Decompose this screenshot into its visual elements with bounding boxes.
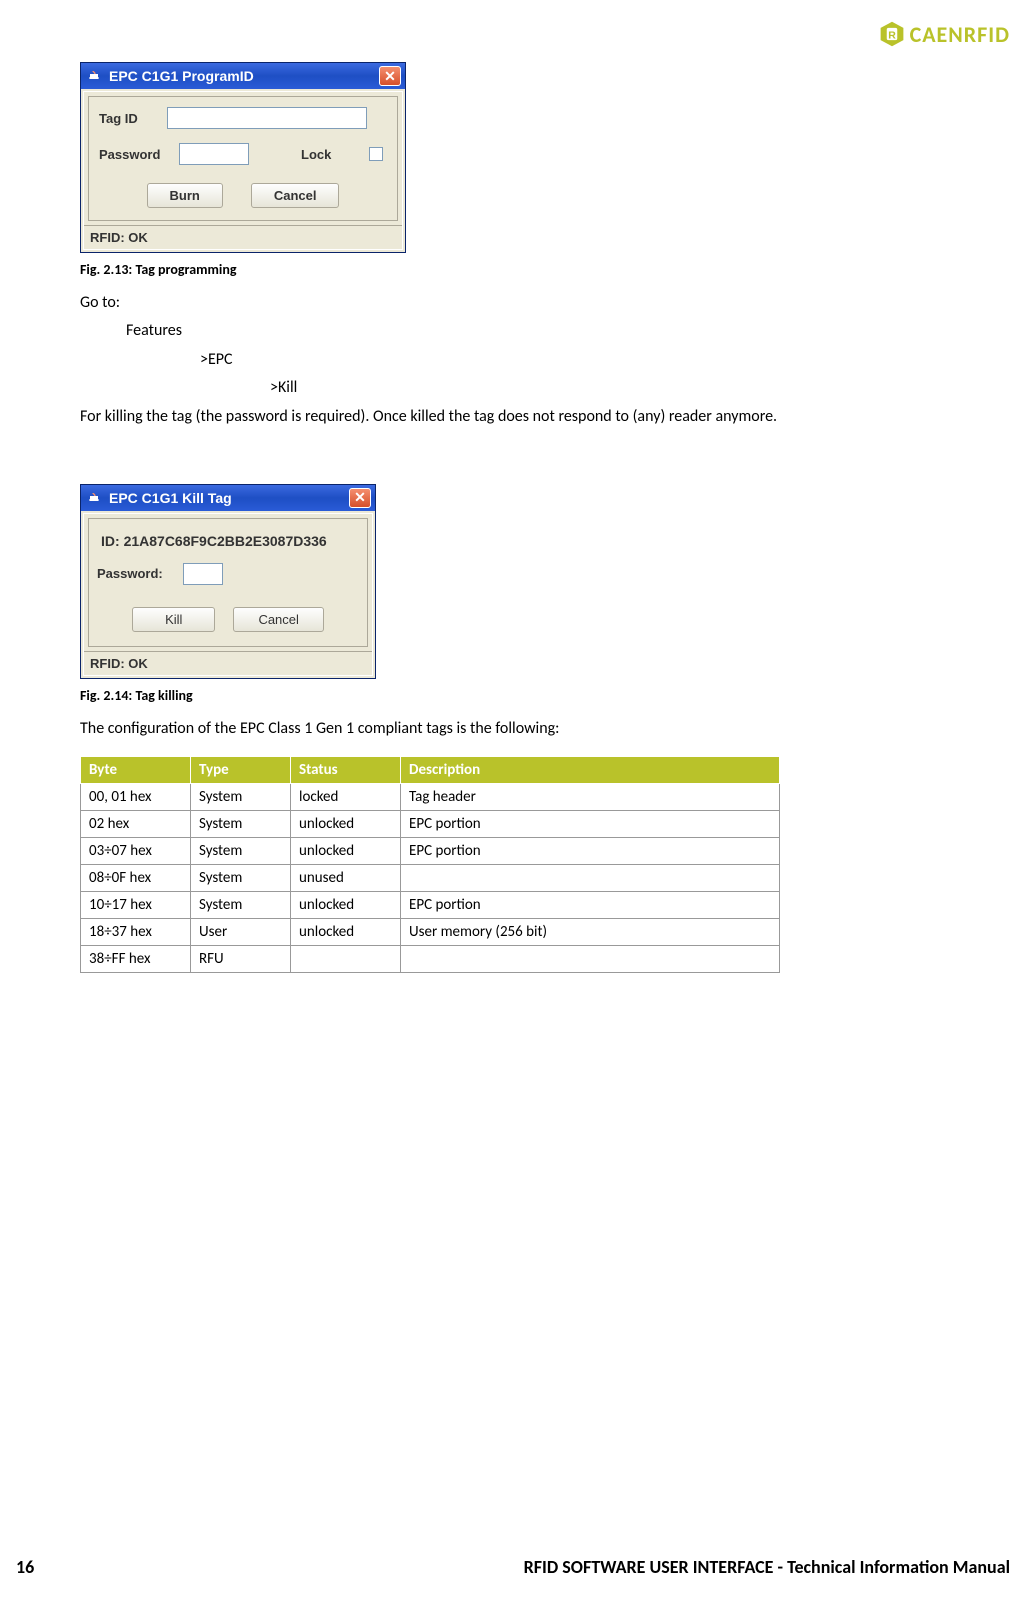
table-cell-type: System: [191, 784, 291, 811]
lock-label: Lock: [301, 147, 361, 162]
table-row: 38÷FF hexRFU: [81, 946, 780, 973]
table-cell-type: System: [191, 811, 291, 838]
tag-id-value: 21A87C68F9C2BB2E3087D336: [124, 533, 327, 549]
kill-tag-title: EPC C1G1 Kill Tag: [109, 490, 343, 506]
tag-id-prefix: ID:: [101, 533, 124, 549]
table-cell-type: System: [191, 865, 291, 892]
status-bar: RFID: OK: [84, 225, 402, 249]
program-id-title: EPC C1G1 ProgramID: [109, 68, 373, 84]
table-cell-status: [291, 946, 401, 973]
table-row: 10÷17 hexSystemunlockedEPC portion: [81, 892, 780, 919]
config-table: Byte Type Status Description 00, 01 hexS…: [80, 756, 780, 973]
program-id-titlebar: EPC C1G1 ProgramID ✕: [81, 63, 405, 89]
tag-id-display: ID: 21A87C68F9C2BB2E3087D336: [97, 525, 359, 563]
table-cell-desc: EPC portion: [401, 811, 780, 838]
table-row: 18÷37 hexUserunlockedUser memory (256 bi…: [81, 919, 780, 946]
close-icon: ✕: [384, 68, 396, 85]
kill-tag-dialog: EPC C1G1 Kill Tag ✕ ID: 21A87C68F9C2BB2E…: [80, 484, 376, 679]
close-button[interactable]: ✕: [349, 488, 371, 508]
svg-text:R: R: [888, 29, 896, 41]
brand-text: CAENRFID: [910, 21, 1010, 48]
page-footer: 16 RFID SOFTWARE USER INTERFACE - Techni…: [0, 1556, 1010, 1578]
table-cell-type: User: [191, 919, 291, 946]
config-intro: The configuration of the EPC Class 1 Gen…: [80, 718, 1010, 740]
burn-button[interactable]: Burn: [147, 183, 223, 208]
program-id-dialog: EPC C1G1 ProgramID ✕ Tag ID Password Loc…: [80, 62, 406, 253]
table-cell-byte: 02 hex: [81, 811, 191, 838]
close-button[interactable]: ✕: [379, 66, 401, 86]
tag-id-input[interactable]: [167, 107, 367, 129]
table-cell-status: unlocked: [291, 838, 401, 865]
page-number: 16: [0, 1556, 56, 1578]
footer-title: RFID SOFTWARE USER INTERFACE - Technical…: [56, 1556, 1010, 1578]
close-icon: ✕: [354, 489, 366, 506]
table-cell-desc: Tag header: [401, 784, 780, 811]
password-label: Password: [99, 147, 171, 162]
brand-logo: R CAENRFID: [878, 20, 1010, 48]
table-cell-desc: User memory (256 bit): [401, 919, 780, 946]
kill-status-bar: RFID: OK: [84, 651, 372, 675]
table-cell-desc: EPC portion: [401, 892, 780, 919]
hexagon-r-icon: R: [878, 20, 906, 48]
figure-caption-213: Fig. 2.13: Tag programming: [80, 261, 1010, 278]
table-cell-byte: 18÷37 hex: [81, 919, 191, 946]
kill-note: For killing the tag (the password is req…: [80, 406, 1010, 428]
kill-tag-titlebar: EPC C1G1 Kill Tag ✕: [81, 485, 375, 511]
table-cell-status: unlocked: [291, 892, 401, 919]
table-cell-byte: 38÷FF hex: [81, 946, 191, 973]
table-row: 08÷0F hexSystemunused: [81, 865, 780, 892]
table-cell-type: RFU: [191, 946, 291, 973]
th-status: Status: [291, 757, 401, 784]
table-cell-status: unlocked: [291, 811, 401, 838]
table-cell-status: unused: [291, 865, 401, 892]
table-cell-status: locked: [291, 784, 401, 811]
table-cell-byte: 10÷17 hex: [81, 892, 191, 919]
table-cell-desc: [401, 865, 780, 892]
table-row: 03÷07 hexSystemunlockedEPC portion: [81, 838, 780, 865]
java-cup-icon: [87, 490, 103, 506]
kill-button[interactable]: Kill: [132, 607, 215, 632]
figure-caption-214: Fig. 2.14: Tag killing: [80, 687, 1010, 704]
password-input[interactable]: [179, 143, 249, 165]
nav-epc: >EPC: [80, 349, 1010, 371]
nav-kill: >Kill: [80, 377, 1010, 399]
table-cell-byte: 00, 01 hex: [81, 784, 191, 811]
table-cell-byte: 08÷0F hex: [81, 865, 191, 892]
table-header-row: Byte Type Status Description: [81, 757, 780, 784]
table-cell-desc: EPC portion: [401, 838, 780, 865]
java-cup-icon: [87, 68, 103, 84]
kill-password-label: Password:: [97, 566, 175, 581]
table-cell-type: System: [191, 892, 291, 919]
lock-checkbox[interactable]: [369, 147, 383, 161]
th-desc: Description: [401, 757, 780, 784]
kill-cancel-button[interactable]: Cancel: [233, 607, 323, 632]
table-cell-status: unlocked: [291, 919, 401, 946]
table-row: 02 hexSystemunlockedEPC portion: [81, 811, 780, 838]
goto-label: Go to:: [80, 292, 1010, 314]
table-cell-type: System: [191, 838, 291, 865]
table-cell-desc: [401, 946, 780, 973]
table-row: 00, 01 hexSystemlockedTag header: [81, 784, 780, 811]
kill-password-input[interactable]: [183, 563, 223, 585]
th-type: Type: [191, 757, 291, 784]
nav-features: Features: [80, 320, 1010, 342]
table-cell-byte: 03÷07 hex: [81, 838, 191, 865]
cancel-button[interactable]: Cancel: [251, 183, 340, 208]
tag-id-label: Tag ID: [99, 111, 159, 126]
th-byte: Byte: [81, 757, 191, 784]
